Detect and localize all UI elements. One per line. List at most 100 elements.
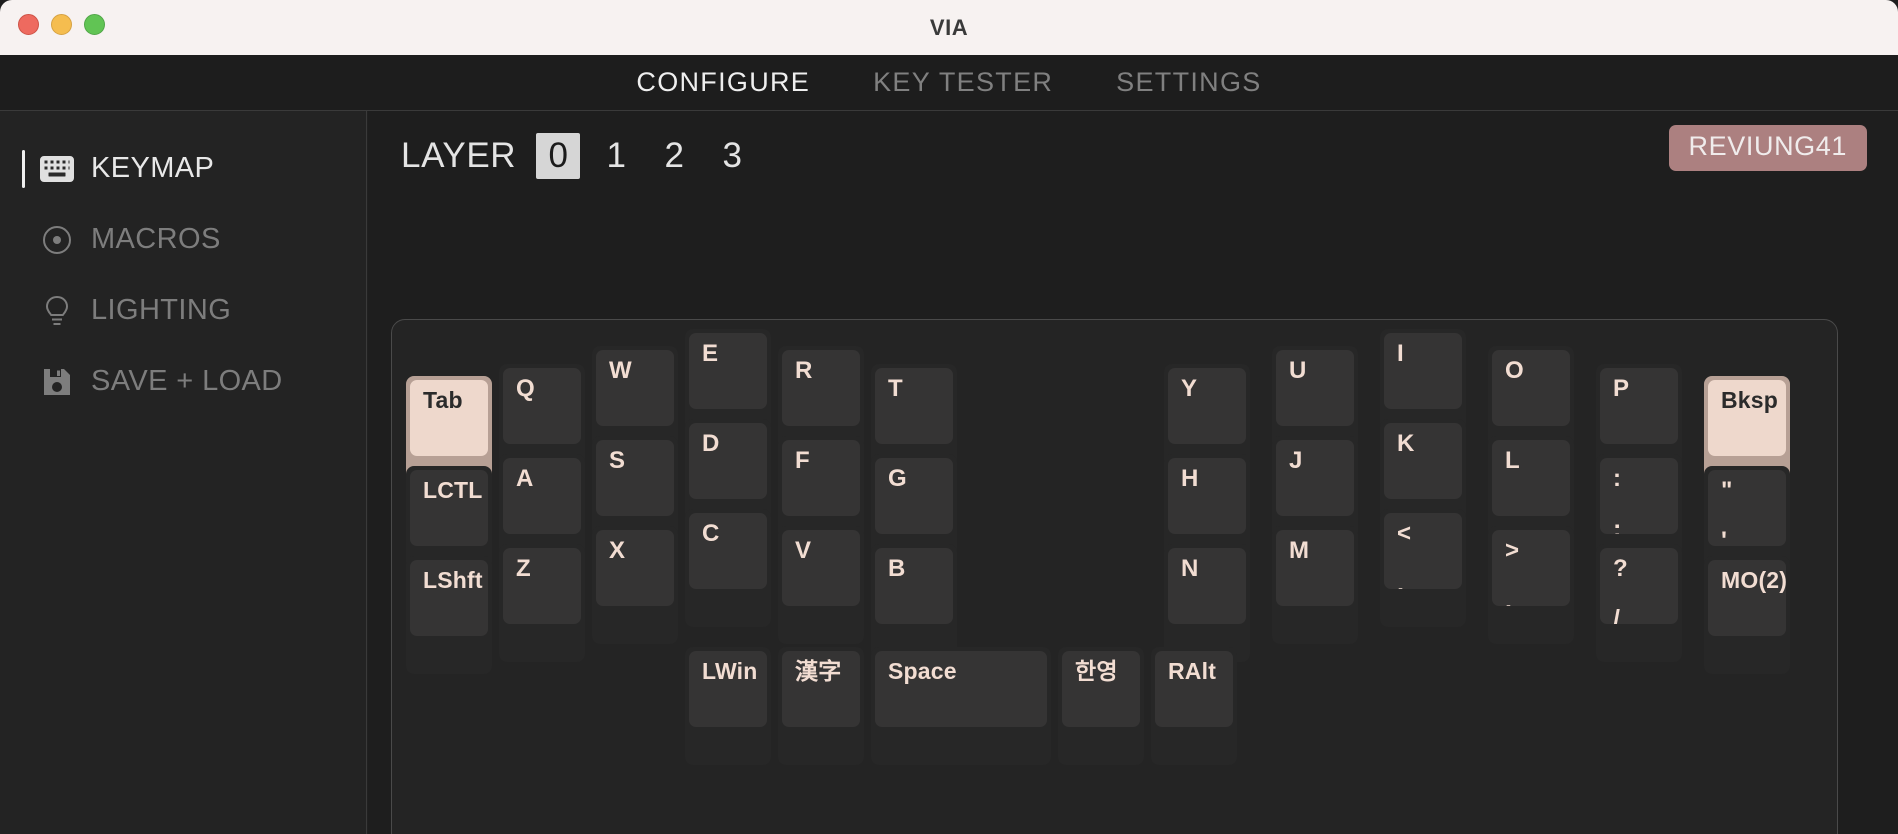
keycap[interactable]: ? / xyxy=(1596,544,1682,662)
keycap-legend: P xyxy=(1613,375,1630,402)
keycap[interactable]: N xyxy=(1164,544,1250,662)
keycap[interactable]: <, xyxy=(1380,509,1466,627)
keycap-legend: > xyxy=(1505,537,1520,564)
keycap-surface: R xyxy=(782,350,860,426)
keyboard-case: Tab LCTL LShft Q A Z W S X E D C R F V T G B Y H N U J M I K <, O L >… xyxy=(391,319,1838,834)
keycap-surface: T xyxy=(875,368,953,444)
keycap[interactable]: C xyxy=(685,509,771,627)
keycap-surface: Bksp xyxy=(1708,380,1786,456)
record-icon xyxy=(36,225,78,255)
keycap-legend: ? xyxy=(1613,555,1628,582)
keycap[interactable]: Space xyxy=(871,647,1051,765)
keycap[interactable]: LShft xyxy=(406,556,492,674)
keycap-legend: H xyxy=(1181,465,1199,492)
keycap-legend-secondary: . xyxy=(1505,587,1512,607)
keycap-surface: L xyxy=(1492,440,1570,516)
tab-key-tester[interactable]: KEY TESTER xyxy=(873,67,1053,98)
sidebar-item-macros-label: MACROS xyxy=(91,223,221,255)
keycap-legend: Space xyxy=(888,658,957,684)
keycap-surface: O xyxy=(1492,350,1570,426)
floppy-disk-icon xyxy=(36,367,78,397)
keycap-legend-secondary: , xyxy=(1397,570,1404,590)
keycap[interactable]: 漢字 xyxy=(778,647,864,765)
keycap[interactable]: Z xyxy=(499,544,585,662)
sidebar-item-keymap[interactable]: KEYMAP xyxy=(0,133,366,204)
keycap-surface: 한영 xyxy=(1062,651,1140,727)
keycap-legend: J xyxy=(1289,447,1303,474)
keycap[interactable]: MO(2) xyxy=(1704,556,1790,674)
keycap[interactable]: LWin xyxy=(685,647,771,765)
sidebar-item-macros[interactable]: MACROS xyxy=(0,204,366,275)
keycap-surface: W xyxy=(596,350,674,426)
keycap-legend-secondary: / xyxy=(1613,605,1620,625)
sidebar-item-save-load[interactable]: SAVE + LOAD xyxy=(0,346,366,417)
keycap[interactable]: RAlt xyxy=(1151,647,1237,765)
keycap-legend: LCTL xyxy=(423,477,483,503)
keycap-surface: <, xyxy=(1384,513,1462,589)
lightbulb-icon xyxy=(36,295,78,327)
keycap-surface: Y xyxy=(1168,368,1246,444)
keycap-legend: Bksp xyxy=(1721,387,1779,413)
layer-button-0[interactable]: 0 xyxy=(536,133,581,179)
keycap-surface: P xyxy=(1600,368,1678,444)
keycap-surface: 漢字 xyxy=(782,651,860,727)
active-indicator-bar xyxy=(22,149,25,188)
keycap-legend-secondary: ; xyxy=(1613,515,1622,535)
keycap-surface: " ' xyxy=(1708,470,1786,546)
sidebar-item-lighting[interactable]: LIGHTING xyxy=(0,275,366,346)
keycap-legend: < xyxy=(1397,520,1412,547)
layer-label: LAYER xyxy=(401,136,517,175)
keycap-surface: :; xyxy=(1600,458,1678,534)
tab-configure[interactable]: CONFIGURE xyxy=(636,67,810,98)
keycap-surface: G xyxy=(875,458,953,534)
keycap-surface: Q xyxy=(503,368,581,444)
keycap[interactable]: V xyxy=(778,526,864,644)
keycap-legend: Z xyxy=(516,555,531,582)
window-titlebar: VIA xyxy=(0,0,1898,55)
keycap-legend: 漢字 xyxy=(795,658,842,684)
keyboard-name-badge[interactable]: REVIUNG41 xyxy=(1668,125,1867,171)
via-app-window: VIA CONFIGURE KEY TESTER SETTINGS KEYMAP… xyxy=(0,0,1898,834)
layer-button-2[interactable]: 2 xyxy=(652,133,696,179)
layer-button-1[interactable]: 1 xyxy=(594,133,638,179)
keycap-legend: D xyxy=(702,430,720,457)
tab-settings[interactable]: SETTINGS xyxy=(1116,67,1261,98)
keycap-surface: U xyxy=(1276,350,1354,426)
main-body: KEYMAP MACROS LIGHTING SAVE + LOAD LAYER… xyxy=(0,110,1898,834)
keycap-surface: LWin xyxy=(689,651,767,727)
keycap[interactable]: >. xyxy=(1488,526,1574,644)
keycap-surface: LCTL xyxy=(410,470,488,546)
keycap-surface: X xyxy=(596,530,674,606)
keycap-legend: R xyxy=(795,357,813,384)
keycap-legend: S xyxy=(609,447,626,474)
keycap-surface: V xyxy=(782,530,860,606)
keycap-surface: RAlt xyxy=(1155,651,1233,727)
keycap-legend: T xyxy=(888,375,903,402)
keycap[interactable]: B xyxy=(871,544,957,662)
keycap-legend: K xyxy=(1397,430,1415,457)
keycap-legend: A xyxy=(516,465,534,492)
keycap-legend: E xyxy=(702,340,719,367)
keycap[interactable]: M xyxy=(1272,526,1358,644)
keycap-surface: N xyxy=(1168,548,1246,624)
keycap-surface: LShft xyxy=(410,560,488,636)
keycap-surface: A xyxy=(503,458,581,534)
keycap-legend: LWin xyxy=(702,658,758,684)
keycap-surface: C xyxy=(689,513,767,589)
keycap-surface: F xyxy=(782,440,860,516)
keycap-surface: Space xyxy=(875,651,1047,727)
sidebar-item-save-load-label: SAVE + LOAD xyxy=(91,365,283,397)
keycap-surface: >. xyxy=(1492,530,1570,606)
keycap-surface: J xyxy=(1276,440,1354,516)
keyboard-icon xyxy=(36,155,78,182)
keycap-legend: O xyxy=(1505,357,1524,384)
keycap-legend: " xyxy=(1721,477,1733,504)
content-panel: LAYER 0 1 2 3 REVIUNG41 Tab LCTL LShft Q A Z W… xyxy=(368,111,1898,834)
keycap[interactable]: 한영 xyxy=(1058,647,1144,765)
keycap[interactable]: X xyxy=(592,526,678,644)
sidebar-item-keymap-label: KEYMAP xyxy=(91,152,215,184)
keycap-legend: V xyxy=(795,537,812,564)
keycap-surface: M xyxy=(1276,530,1354,606)
keycap-legend: U xyxy=(1289,357,1307,384)
layer-button-3[interactable]: 3 xyxy=(710,133,754,179)
